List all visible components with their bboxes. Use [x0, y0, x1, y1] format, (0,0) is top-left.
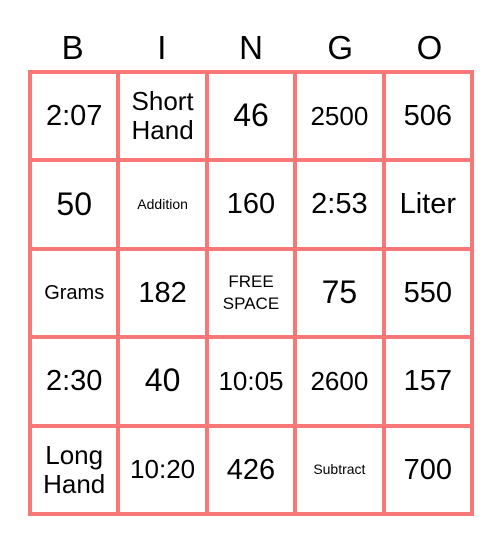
- bingo-cell[interactable]: 506: [383, 72, 472, 161]
- bingo-cell[interactable]: Grams: [30, 248, 119, 338]
- cell-text: Addition: [137, 195, 188, 212]
- cell-text: 506: [403, 99, 452, 132]
- bingo-cell[interactable]: Subtract: [295, 425, 384, 514]
- cell-text: Grams: [44, 281, 105, 304]
- bingo-cell[interactable]: 2:30: [30, 337, 119, 426]
- bingo-cell[interactable]: 2500: [295, 72, 384, 161]
- bingo-cell[interactable]: 46: [206, 72, 296, 161]
- bingo-cell[interactable]: Addition: [118, 160, 207, 249]
- cell-text: 160: [226, 188, 276, 221]
- bingo-cell[interactable]: 700: [383, 425, 472, 514]
- cell-text: 182: [138, 276, 187, 309]
- cell-text: 50: [56, 185, 92, 222]
- bingo-cell[interactable]: 182: [118, 248, 207, 338]
- header-letter-g: G: [327, 29, 354, 66]
- cell-text: FREE SPACE: [222, 271, 280, 313]
- cell-text: 2:53: [311, 188, 368, 221]
- bingo-cell[interactable]: 40: [118, 337, 207, 426]
- bingo-cell[interactable]: 426: [206, 425, 296, 514]
- cell-text: 700: [403, 453, 452, 486]
- bingo-cell[interactable]: 10:05: [206, 337, 296, 426]
- cell-text: 46: [233, 97, 269, 134]
- bingo-cell[interactable]: Short Hand: [118, 72, 207, 161]
- cell-text: Short Hand: [131, 86, 194, 146]
- bingo-cell[interactable]: 75: [295, 248, 384, 338]
- bingo-cell[interactable]: Long Hand: [30, 425, 119, 514]
- cell-text: Long Hand: [43, 439, 106, 499]
- bingo-cell[interactable]: 157: [383, 337, 472, 426]
- header-letter-n: N: [239, 29, 263, 66]
- free-space-cell[interactable]: FREE SPACE: [206, 248, 296, 338]
- bingo-cell[interactable]: 2:07: [30, 72, 119, 161]
- cell-text: 2:07: [45, 99, 103, 132]
- cell-text: 426: [226, 453, 276, 486]
- header-letter-b: B: [61, 29, 84, 66]
- cell-text: 10:05: [218, 365, 284, 396]
- cell-text: 2500: [310, 100, 369, 131]
- cell-text: 2:30: [45, 365, 103, 398]
- cell-text: 40: [144, 362, 181, 399]
- bingo-grid: 2:07 Short Hand 46 2500 506 50 Addition 160 2:53…: [28, 70, 474, 516]
- bingo-cell[interactable]: 2600: [295, 337, 384, 426]
- cell-text: 2600: [310, 365, 369, 396]
- cell-text: Subtract: [313, 460, 366, 477]
- bingo-cell[interactable]: 10:20: [118, 425, 207, 514]
- bingo-cell[interactable]: 160: [206, 160, 296, 249]
- bingo-cell[interactable]: 2:53: [295, 160, 384, 249]
- bingo-cell[interactable]: 50: [30, 160, 119, 249]
- cell-text: 10:20: [130, 454, 196, 485]
- cell-text: Liter: [399, 188, 456, 221]
- cell-text: 75: [321, 274, 358, 311]
- bingo-header: B I N G O: [28, 26, 474, 70]
- header-letter-i: I: [157, 29, 167, 66]
- cell-text: 157: [403, 365, 452, 398]
- bingo-cell[interactable]: 550: [383, 248, 472, 338]
- cell-text: 550: [403, 276, 452, 309]
- bingo-cell[interactable]: Liter: [383, 160, 472, 249]
- header-letter-o: O: [416, 29, 443, 66]
